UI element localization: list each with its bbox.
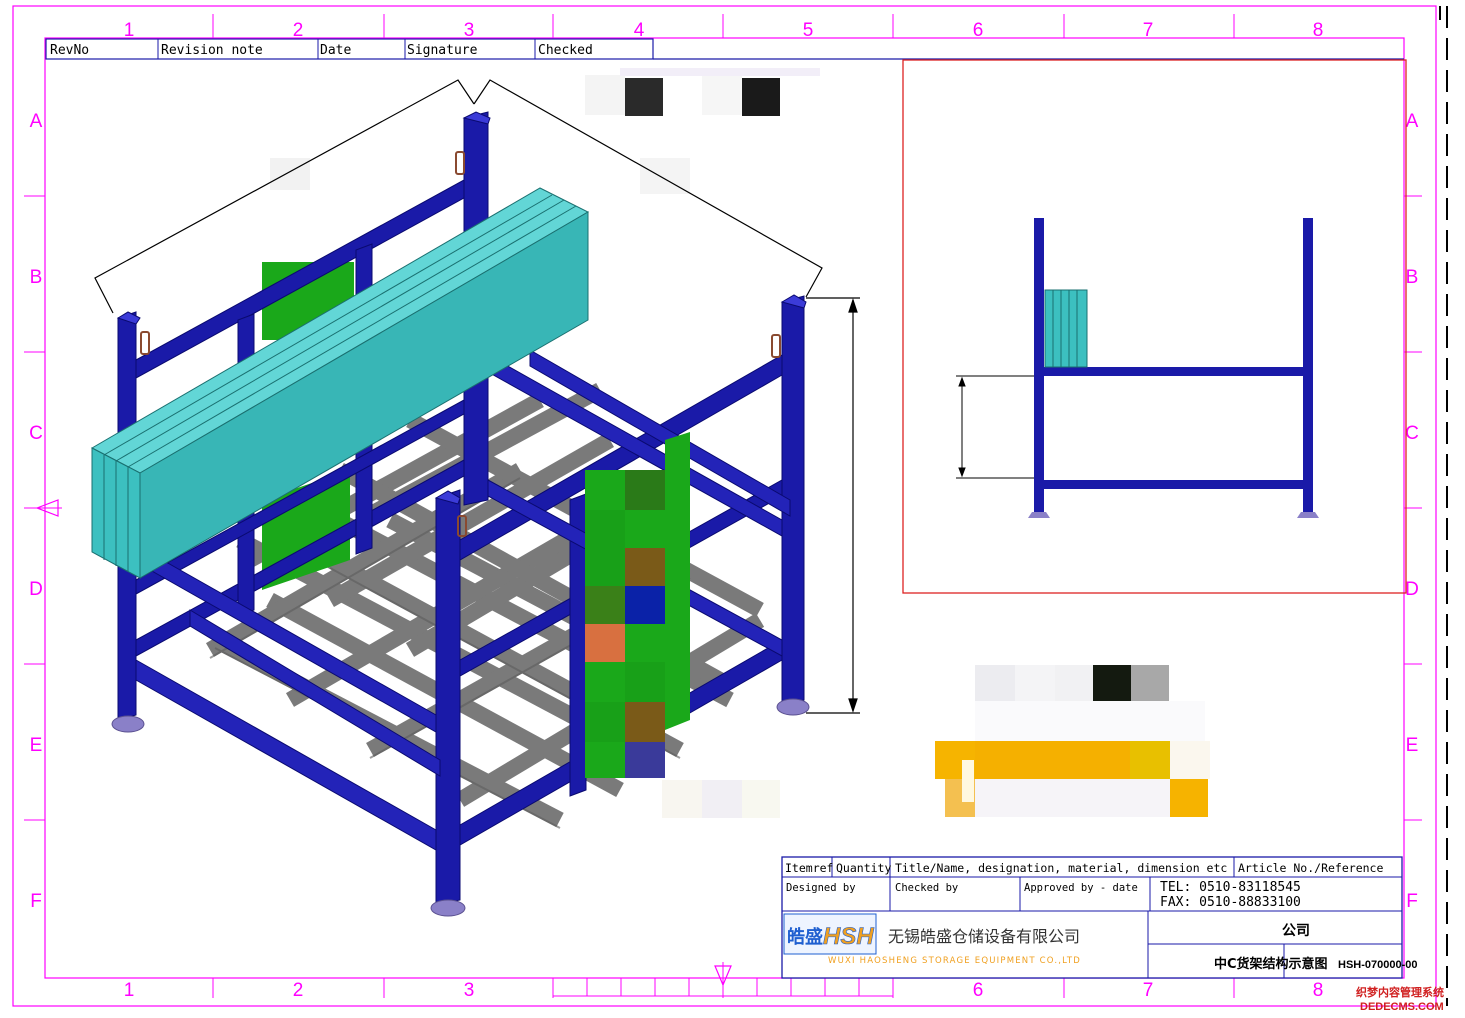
zone-col-1-bottom: 1 — [124, 980, 135, 1001]
title-header-article: Article No./Reference — [1238, 861, 1383, 875]
side-view-upper-beam — [1044, 367, 1303, 376]
client-name: 公司 — [1282, 923, 1310, 939]
watermark-en: DEDECMS.COM — [1360, 1001, 1444, 1013]
zone-row-b: B — [30, 267, 43, 288]
drawing-title: 中C货架结构示意图 — [1214, 956, 1328, 972]
zone-col-8: 8 — [1313, 20, 1324, 41]
zone-row-d-right: D — [1405, 579, 1419, 600]
company-name-cn: 无锡皓盛仓储设备有限公司 — [888, 927, 1080, 946]
zone-col-6: 6 — [973, 20, 984, 41]
zone-row-c: C — [29, 423, 43, 444]
logo-cn-text: 皓盛 — [787, 926, 823, 948]
cad-drawing: 1 2 3 4 5 6 7 8 1 2 3 6 7 8 A B C D E F … — [12, 5, 1448, 1013]
zone-col-7: 7 — [1143, 20, 1154, 41]
zone-col-8-bottom: 8 — [1313, 980, 1324, 1001]
zone-col-2: 2 — [293, 20, 304, 41]
revision-table: RevNo Revision note Date Signature Check… — [45, 38, 1404, 60]
logo-en-text: HSH — [823, 923, 874, 950]
zone-col-3-bottom: 3 — [464, 980, 475, 1001]
title-header-itemref: Itemref — [785, 861, 833, 875]
side-view-cargo — [1044, 289, 1088, 368]
drawing-number: HSH-070000-00 — [1338, 959, 1418, 971]
title-block: Itemref Quantity Title/Name, designation… — [781, 856, 1418, 979]
zone-row-f-right: F — [1406, 891, 1418, 912]
zone-row-a-right: A — [1406, 111, 1419, 132]
zone-row-f: F — [30, 891, 42, 912]
approved-by-label: Approved by - date — [1024, 882, 1138, 894]
zone-col-4: 4 — [634, 20, 645, 41]
title-header-quantity: Quantity — [836, 861, 891, 875]
zone-col-1: 1 — [124, 20, 135, 41]
rev-header-date: Date — [320, 43, 351, 58]
zone-row-d: D — [29, 579, 43, 600]
rev-header-signature: Signature — [407, 43, 478, 58]
zone-row-b-right: B — [1406, 267, 1419, 288]
company-logo: 皓盛 HSH — [783, 913, 877, 955]
tel-text: TEL: 0510-83118545 — [1160, 880, 1301, 895]
side-view-post-right — [1303, 218, 1313, 513]
zone-row-c-right: C — [1405, 423, 1419, 444]
side-view — [902, 59, 1407, 594]
zone-row-a: A — [30, 111, 43, 132]
zone-col-2-bottom: 2 — [293, 980, 304, 1001]
zone-col-7-bottom: 7 — [1143, 980, 1154, 1001]
zone-row-e-right: E — [1406, 735, 1419, 756]
zone-col-5: 5 — [803, 20, 814, 41]
watermark-cn: 织梦内容管理系统 — [1356, 985, 1444, 999]
checked-by-label: Checked by — [895, 882, 958, 894]
side-view-lower-beam — [1044, 480, 1303, 489]
side-view-dimension — [956, 375, 1034, 479]
watermark: 织梦内容管理系统 DEDECMS.COM — [1356, 985, 1444, 1013]
zone-col-6-bottom: 6 — [973, 980, 984, 1001]
zone-col-3: 3 — [464, 20, 475, 41]
rev-header-note: Revision note — [161, 43, 263, 58]
rev-header-revno: RevNo — [50, 43, 89, 58]
designed-by-label: Designed by — [786, 882, 856, 894]
company-name-en: WUXI HAOSHENG STORAGE EQUIPMENT CO.,LTD — [828, 956, 1081, 966]
green-front-panel — [585, 432, 690, 778]
zone-row-e: E — [30, 735, 43, 756]
fax-text: FAX: 0510-88833100 — [1160, 895, 1301, 910]
side-view-post-left — [1034, 218, 1044, 513]
title-header-title: Title/Name, designation, material, dimen… — [895, 861, 1227, 875]
rev-header-checked: Checked — [538, 43, 593, 58]
